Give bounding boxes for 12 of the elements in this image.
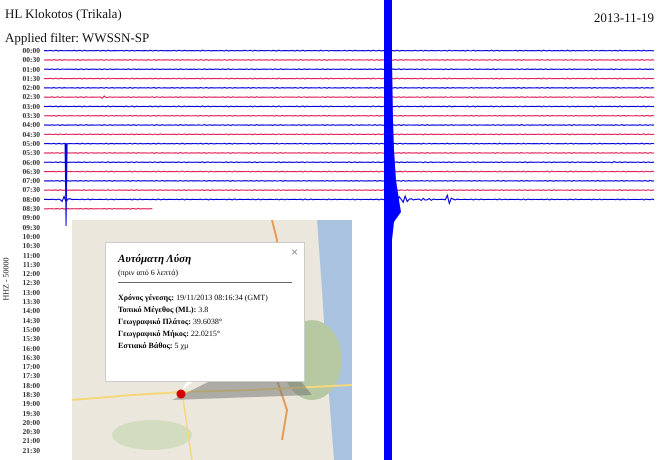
filter-label: Applied filter: WWSSN-SP	[5, 30, 150, 46]
close-button[interactable]: ×	[290, 246, 298, 258]
date-label: 2013-11-19	[594, 10, 654, 26]
popup-subtitle: (πριν από 6 λεπτά)	[118, 268, 292, 283]
info-line: Εστιακό Βάθος: 5 χμ	[118, 341, 190, 350]
popup-title: Αυτόματη Λύση	[118, 253, 192, 265]
info-line: Τοπικό Μέγεθος (ML): 3.8	[118, 305, 210, 314]
channel-label: HHZ - 50000	[2, 257, 12, 301]
info-line: Χρόνος γένεσης: 19/11/2013 08:16:34 (GMT)	[118, 293, 269, 302]
station-title: HL Klokotos (Trikala)	[5, 6, 123, 23]
info-line: Γεωγραφικό Πλάτος: 39.6038°	[118, 317, 224, 326]
info-line: Γεωγραφικό Μήκος: 22.0215°	[118, 329, 222, 338]
